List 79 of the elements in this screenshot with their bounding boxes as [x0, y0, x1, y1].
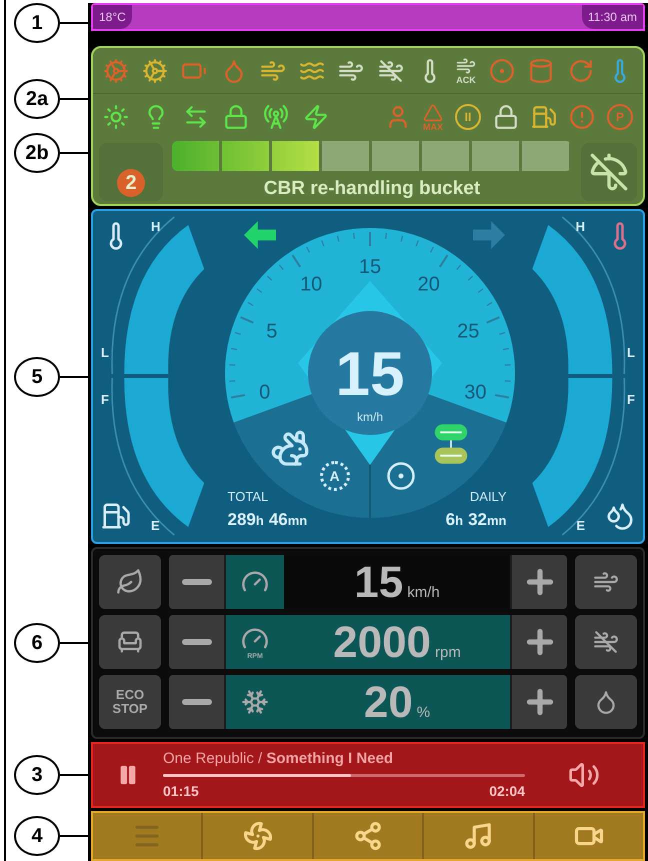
speed-scale-label: 0 — [258, 382, 270, 404]
speed-scale-label: 15 — [358, 256, 381, 278]
speed-unit: km/h — [356, 410, 382, 424]
counter-unit: h — [455, 512, 464, 530]
gauge-label: E — [576, 516, 585, 534]
gauge-label: E — [151, 516, 160, 534]
setpoint-value: 15 — [354, 559, 404, 607]
minus-icon — [182, 699, 212, 705]
counter-minutes: 46 — [268, 508, 288, 530]
wind-crossed-icon — [593, 629, 619, 655]
callout-number: 2a — [14, 79, 60, 119]
droplets-icon — [605, 501, 635, 531]
fuel-pump-icon — [101, 501, 131, 531]
speed-scale-label: 25 — [456, 320, 479, 343]
gauge-label: H — [576, 218, 585, 236]
callout-number: 4 — [14, 816, 60, 856]
setpoint-value: 2000 — [333, 619, 432, 667]
counter-unit: mn — [487, 512, 506, 530]
function-button[interactable] — [99, 555, 161, 609]
track-title: One Republic / Something I Need — [163, 748, 394, 769]
counter-unit: h — [256, 512, 264, 530]
wind-icon — [593, 569, 619, 595]
minus-icon — [182, 639, 212, 645]
music-icon — [463, 821, 494, 851]
attachment-name: CBR re-handling bucket — [264, 176, 480, 201]
counter-minutes: 32 — [468, 508, 487, 530]
axle-drawing — [432, 421, 468, 467]
ring-indicator: P — [607, 104, 633, 130]
setpoint-unit: % — [416, 703, 430, 723]
minus-icon — [182, 579, 212, 585]
counter-label: TOTAL — [228, 488, 268, 506]
auto-mode-indicator: A — [320, 461, 350, 491]
network-icon — [353, 821, 384, 851]
fan-icon — [242, 821, 273, 851]
speed-scale-label: 20 — [417, 274, 440, 296]
circle-dot-icon — [386, 461, 416, 491]
counter-unit: mn — [288, 512, 308, 530]
eco-stop-button[interactable]: ECO STOP — [99, 675, 161, 729]
callout-number: 5 — [14, 356, 60, 396]
speed-scale-label: 5 — [266, 320, 277, 343]
snowflake-icon — [241, 688, 269, 716]
gauge-label: L — [101, 344, 109, 362]
elapsed-time: 01:15 — [163, 782, 199, 802]
setpoint-value: 20 — [364, 679, 413, 727]
gauge-label: F — [627, 391, 635, 409]
leaf-icon — [116, 568, 144, 596]
counter-hours: 6 — [446, 508, 456, 530]
function-button[interactable] — [99, 615, 161, 669]
function-button[interactable] — [575, 675, 637, 729]
function-button[interactable] — [575, 615, 637, 669]
speed-value: 15 — [335, 340, 404, 409]
callout-number: 3 — [14, 755, 60, 795]
function-button[interactable] — [575, 555, 637, 609]
speed-scale-label: 10 — [300, 274, 322, 296]
setpoint-unit: rpm — [435, 643, 461, 663]
umbrella-off-icon — [589, 152, 629, 192]
clock-text: 11:30 am — [582, 5, 643, 29]
increase-button[interactable] — [512, 555, 567, 609]
gear-badge: 2 — [117, 169, 145, 197]
decrease-button[interactable] — [169, 555, 224, 609]
ring-indicator: II — [455, 104, 481, 130]
gauge-label: L — [627, 344, 635, 362]
increase-button[interactable] — [512, 615, 567, 669]
counter-hours: 289 — [228, 508, 256, 530]
setpoint-unit: km/h — [407, 583, 440, 603]
callout-number: 2b — [14, 133, 60, 173]
gauge-label: H — [151, 218, 160, 236]
callout-number: 6 — [14, 623, 60, 663]
indicator-label: MAX — [423, 122, 443, 132]
callout-number: 1 — [14, 3, 60, 43]
speed-scale-label: 30 — [464, 382, 486, 404]
counter-label: DAILY — [470, 488, 506, 506]
gauge-label: F — [101, 391, 109, 409]
temperature-text: 18°C — [93, 5, 132, 29]
total-time: 02:04 — [489, 782, 525, 802]
decrease-button[interactable] — [169, 615, 224, 669]
decrease-button[interactable] — [169, 675, 224, 729]
indicator-label: ACK — [456, 76, 476, 85]
increase-button[interactable] — [512, 675, 567, 729]
